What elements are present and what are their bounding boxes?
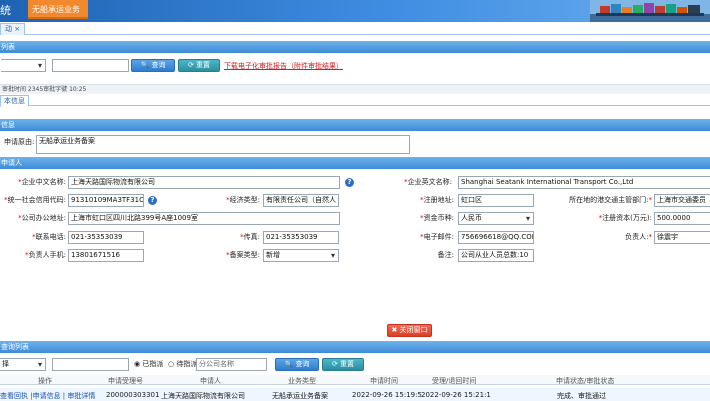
download-report-link[interactable]: 下载电子化审批报告（附件审批结果） [224,61,343,71]
list-field-select[interactable] [1,59,46,72]
col-header: 受理/退回时间 [432,377,477,385]
apply-time: 2022-09-26 15:19:5 [352,391,422,399]
econ-type-field[interactable]: 有限责任公司（自然人 [263,194,339,207]
apply-section-title: 信息 [0,119,710,131]
list-search-input[interactable] [52,59,129,72]
phone-label: *联系电话: [32,233,66,241]
col-header: 申请人 [200,377,221,385]
info-tabs: 本信息 [0,94,710,107]
reason-label: 申请原由: [4,138,35,146]
search-icon: 🔍 [284,360,294,368]
accept-time: 2022-09-26 15:21:1 [421,391,491,399]
list-reset-button[interactable]: ⟳ 重置 [178,59,220,72]
phone-field[interactable]: 021-35353039 [68,231,144,244]
cn-name-field[interactable]: 上海天路国际物流有限公司 [68,176,340,189]
query-section-title: 查询列表 [0,341,710,353]
col-header: 申请状态/审批状态 [556,377,615,385]
help-icon[interactable]: ? [345,178,354,187]
close-window-button[interactable]: ✖ 关闭窗口 [387,324,432,337]
row-actions-links[interactable]: 查看回执 |申请信息 | 审批详情 [0,391,95,401]
table-row[interactable]: 查看回执 |申请信息 | 审批详情 200000303301 上海天路国际物流有… [0,388,710,401]
legal-label: 负责人:* [625,233,652,241]
contact-field[interactable]: 13801671516 [68,249,144,262]
office-addr-label: *公司办公地址: [18,214,66,222]
legal-field[interactable]: 徐震宇 [654,231,710,244]
email-field[interactable]: 756696618@QQ.COM [458,231,534,244]
capital-label: *注册资本(万元): [598,214,652,222]
refresh-icon: ⟳ [187,61,194,69]
fax-label: *传真: [240,233,260,241]
query-input[interactable] [52,358,129,371]
credit-code-field[interactable]: 91310109MA3TF31C [68,194,144,207]
query-button[interactable]: 🔍 查询 [275,358,319,371]
contact-label: *负责人手机: [25,251,66,259]
radio-assigned[interactable]: ◉ 已指派 [134,359,163,369]
acceptance-no: 200000303301 [106,391,160,399]
approval-info-bar: 审批时间 2345审批字號 10:25 [0,85,710,94]
remark-label: 备注: [437,251,454,259]
close-icon: ✖ [391,326,398,334]
port-label: 所在地的港交通主管部门:* [569,196,652,204]
econ-type-label: *经济类型: [226,196,260,204]
app-header: 统 无船承运业务 [0,0,710,22]
col-header: 申请时间 [370,377,398,385]
filing-type-select[interactable]: 新增 [263,249,339,262]
tab-current[interactable]: 动 × [0,23,26,35]
reg-addr-field[interactable]: 虹口区 [458,194,534,207]
radio-icon: ◉ [134,360,141,368]
help-icon[interactable]: ? [148,196,157,205]
fax-field[interactable]: 021-35353039 [263,231,339,244]
currency-label: *资金币种: [420,214,454,222]
radio-icon: ○ [168,360,175,368]
brand-fragment: 统 [0,4,11,17]
email-label: *电子邮件: [420,233,454,241]
query-type-select[interactable]: 择 [0,358,46,371]
capital-field[interactable]: 500.0000 [654,212,710,225]
status: 完成、审批通过 [557,392,606,400]
reason-textarea[interactable]: 无船承运业务备案 [36,135,410,154]
en-name-field[interactable]: Shanghai Seatank International Transport… [458,176,710,189]
office-addr-field[interactable]: 上海市虹口区四川北路399号A座1009室 [68,212,340,225]
applicant-name: 上海天路国际物流有限公司 [161,392,245,400]
business-tab[interactable]: 无船承运业务 [28,0,88,19]
remark-field[interactable]: 公司从业人员总数:10 [458,249,534,262]
reg-addr-label: *注册地址: [420,196,454,204]
ship-banner-icon [590,0,710,22]
tab-basic-info[interactable]: 本信息 [0,95,29,107]
search-icon: 🔍 [140,61,150,69]
list-section-title: 列表 [0,41,710,53]
biz-type: 无船承运业务备案 [272,392,328,400]
applicant-section-title: 申请人 [0,157,710,169]
refresh-icon: ⟳ [331,360,338,368]
list-header-ghost [0,78,710,85]
currency-select[interactable]: 人民币 [458,212,534,225]
port-field[interactable]: 上海市交通委员 [654,194,710,207]
tab-bar: 动 × [0,22,710,35]
col-header: 业务类型 [288,377,316,385]
radio-unassigned[interactable]: ○ 待指派 [168,359,197,369]
branch-name-input[interactable]: 分公司名称 [196,358,267,371]
en-name-label: *企业英文名称: [404,178,452,186]
credit-code-label: *统一社会信用代码: [4,196,66,204]
table-header: 操作 申请受理号 申请人 业务类型 申请时间 受理/退回时间 申请状态/审批状态 [0,375,710,385]
filing-type-label: *备案类型: [226,251,260,259]
reset-button[interactable]: ⟳ 重置 [322,358,364,371]
col-header: 申请受理号 [108,377,143,385]
list-query-button[interactable]: 🔍 查询 [131,59,175,72]
col-header: 操作 [38,377,52,385]
cn-name-label: *企业中文名称: [18,178,66,186]
